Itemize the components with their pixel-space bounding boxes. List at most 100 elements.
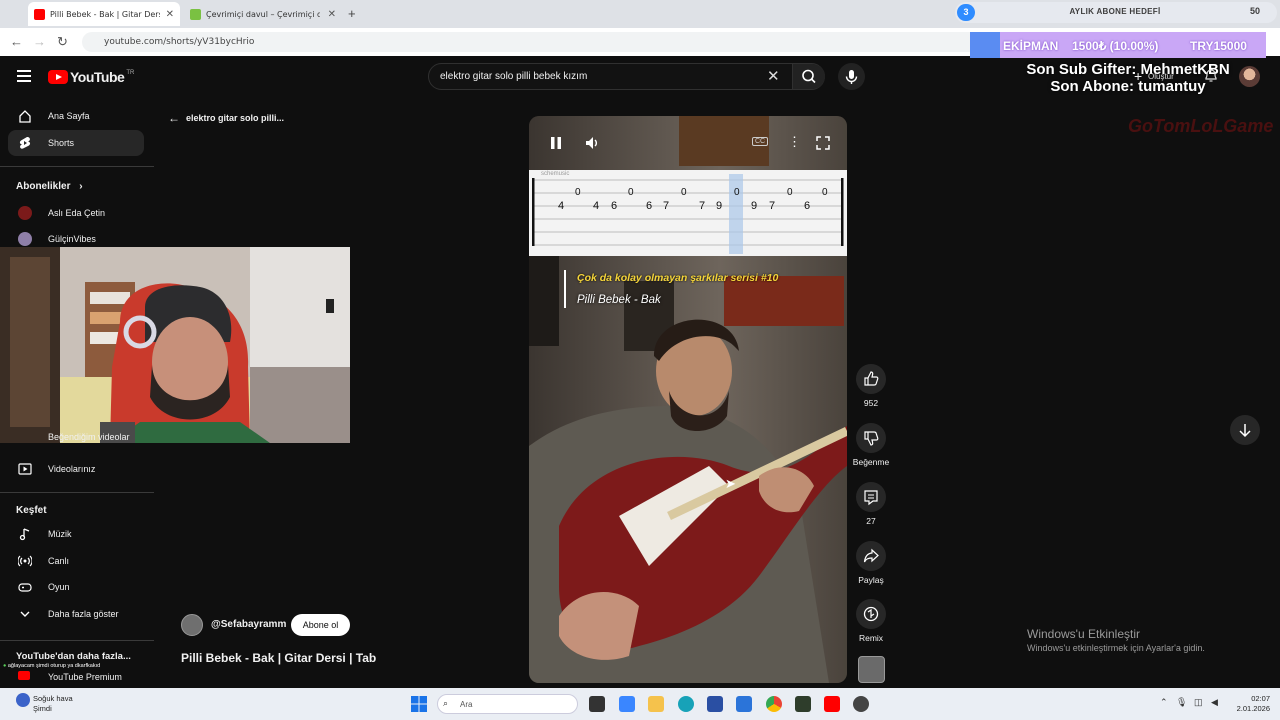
fullscreen-button[interactable] xyxy=(816,136,830,155)
sound-thumbnail[interactable] xyxy=(858,656,885,683)
sidebar-item-liked-videos[interactable]: Beğendiğim videolar xyxy=(8,431,144,451)
channel-avatar xyxy=(18,232,32,246)
sidebar-item-label: Daha fazla göster xyxy=(48,609,119,619)
search-input[interactable]: elektro gitar solo pilli bebek kızım xyxy=(440,71,587,82)
back-to-search[interactable]: ← elektro gitar solo pilli... xyxy=(168,111,284,125)
share-label: Paylaş xyxy=(858,575,884,585)
dislike-button[interactable] xyxy=(856,423,886,453)
remix-button[interactable] xyxy=(856,599,886,629)
voice-search-button[interactable] xyxy=(838,63,865,90)
account-avatar[interactable] xyxy=(1239,66,1260,87)
volume-button[interactable] xyxy=(585,136,601,155)
task-view-icon[interactable] xyxy=(589,696,605,712)
hamburger-menu-icon[interactable] xyxy=(17,70,31,82)
tab-watermark: schemusic xyxy=(541,171,570,177)
back-arrow-icon[interactable]: ← xyxy=(10,34,23,49)
browser-tab[interactable]: Çevrimiçi davul – Çevrimiçi davu ✕ xyxy=(184,2,342,26)
copilot-icon[interactable] xyxy=(619,696,635,712)
tray-chevron-icon[interactable]: ⌃ xyxy=(1160,697,1168,708)
start-button[interactable] xyxy=(411,696,427,717)
taskbar-search-placeholder[interactable]: Ara xyxy=(460,700,472,709)
video-caption-song: Pilli Bebek - Bak xyxy=(577,294,661,306)
youtube-app-icon[interactable] xyxy=(824,696,840,712)
equipment-progress-fill xyxy=(970,32,1000,58)
drum-site-favicon-icon xyxy=(190,8,201,20)
like-button[interactable] xyxy=(856,364,886,394)
sidebar-item-gaming[interactable]: Oyun xyxy=(8,574,144,600)
reload-icon[interactable]: ↻ xyxy=(57,34,68,50)
subscriptions-heading[interactable]: Abonelikler › xyxy=(16,181,83,192)
chrome-icon[interactable] xyxy=(766,696,782,712)
taskbar-search[interactable] xyxy=(437,694,578,714)
sidebar-item-label: Videolarınız xyxy=(48,464,96,474)
tab-title: Pilli Bebek - Bak | Gitar Ders xyxy=(50,9,160,19)
close-tab-icon[interactable]: ✕ xyxy=(166,9,174,20)
file-explorer-icon[interactable] xyxy=(648,696,664,712)
tab-number: 0 xyxy=(681,187,687,198)
sidebar-item-live[interactable]: Canlı xyxy=(8,548,144,574)
url-field[interactable]: youtube.com/shorts/yV31bycHrio xyxy=(82,32,982,52)
close-tab-icon[interactable]: ✕ xyxy=(328,9,336,20)
subscription-label: Aslı Eda Çetin xyxy=(48,208,106,218)
captions-icon[interactable]: CC xyxy=(752,137,769,146)
mouse-cursor-icon: ➤ xyxy=(725,476,736,491)
date-text: 2.01.2026 xyxy=(1236,704,1270,713)
equipment-label: EKİPMAN xyxy=(1003,39,1059,53)
back-label: elektro gitar solo pilli... xyxy=(186,113,285,123)
network-icon[interactable]: ◫ xyxy=(1194,697,1203,708)
channel-avatar[interactable] xyxy=(181,614,203,636)
obs-icon[interactable] xyxy=(853,696,869,712)
subscriptions-heading-label: Abonelikler xyxy=(16,181,71,192)
new-tab-icon[interactable]: + xyxy=(348,6,356,21)
mail-icon[interactable] xyxy=(736,696,752,712)
sidebar-item-home[interactable]: Ana Sayfa xyxy=(8,103,144,129)
share-button[interactable] xyxy=(856,541,886,571)
goal-badge: 3 xyxy=(957,4,975,21)
channel-name[interactable]: @Sefabayramm xyxy=(211,619,286,630)
sidebar-show-more[interactable]: Daha fazla göster xyxy=(8,601,144,627)
create-icon[interactable]: + xyxy=(1134,68,1142,84)
search-button[interactable] xyxy=(792,64,825,89)
store-icon[interactable] xyxy=(707,696,723,712)
tab-number: 9 xyxy=(751,200,758,212)
weather-widget[interactable]: Soğuk hava Şimdi xyxy=(33,694,73,714)
chevron-right-icon: › xyxy=(79,181,83,192)
speaker-icon[interactable]: ◀ xyxy=(1211,697,1218,708)
equipment-goal-bar: EKİPMAN 1500₺ (10.00%) TRY15000 xyxy=(970,32,1266,58)
weather-icon[interactable] xyxy=(16,693,30,707)
weather-subtext: Şimdi xyxy=(33,704,52,713)
create-label[interactable]: Oluştur xyxy=(1148,72,1174,81)
subscribe-button[interactable]: Abone ol xyxy=(291,614,350,636)
pause-icon xyxy=(551,137,561,149)
next-short-button[interactable] xyxy=(1230,415,1260,445)
channel-avatar xyxy=(18,206,32,220)
app-icon[interactable] xyxy=(795,696,811,712)
youtube-logo[interactable]: YouTube TR xyxy=(48,69,134,85)
sidebar-item-premium[interactable]: YouTube Premium xyxy=(8,666,144,688)
comment-count: 27 xyxy=(866,516,876,526)
tab-number: 0 xyxy=(734,187,740,198)
browser-tab-active[interactable]: Pilli Bebek - Bak | Gitar Ders ✕ xyxy=(28,2,180,26)
sidebar-item-label: Canlı xyxy=(48,556,70,566)
video-title[interactable]: Pilli Bebek - Bak | Gitar Dersi | Tab xyxy=(181,651,376,665)
sidebar-item-music[interactable]: Müzik xyxy=(8,521,144,547)
home-icon xyxy=(19,110,31,123)
comment-icon xyxy=(864,490,878,506)
microphone-tray-icon[interactable]: 🎙 xyxy=(1176,697,1187,708)
sidebar-subscription[interactable]: Aslı Eda Çetin xyxy=(8,200,144,226)
tab-number: 4 xyxy=(593,200,600,212)
sidebar-item-your-videos[interactable]: Videolarınız xyxy=(8,456,144,482)
notifications-bell-icon[interactable] xyxy=(1204,68,1218,88)
sidebar-item-shorts[interactable]: Shorts xyxy=(8,130,144,156)
chat-user-dot-icon: ● xyxy=(3,663,7,669)
sidebar-item-label: Beğendiğim videolar xyxy=(48,432,130,442)
edge-browser-icon[interactable] xyxy=(678,696,694,712)
clear-search-icon[interactable]: ✕ xyxy=(767,67,780,85)
comments-button[interactable] xyxy=(856,482,886,512)
forward-arrow-icon[interactable]: → xyxy=(33,34,46,49)
webcam-feed-image xyxy=(0,247,350,443)
taskbar-clock[interactable]: 02:07 2.01.2026 xyxy=(1218,694,1270,714)
pause-button[interactable] xyxy=(549,136,563,155)
tab-number: 7 xyxy=(663,200,670,212)
more-options-icon[interactable]: ⋮ xyxy=(788,134,801,150)
